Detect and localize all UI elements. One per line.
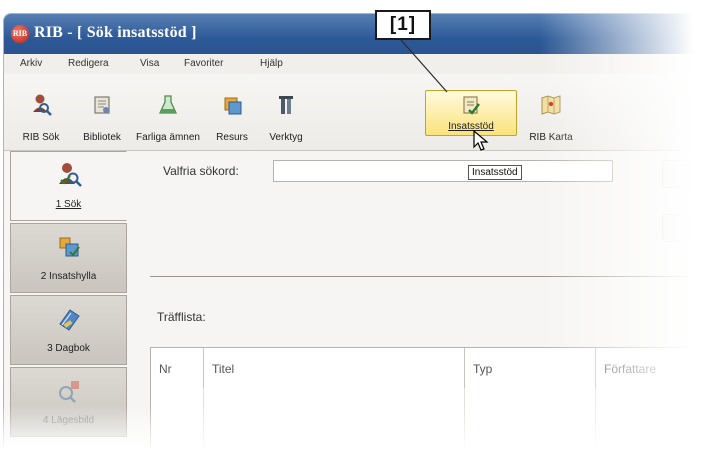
callout-label: [1] — [375, 10, 431, 40]
callout-leader-line — [400, 39, 448, 93]
